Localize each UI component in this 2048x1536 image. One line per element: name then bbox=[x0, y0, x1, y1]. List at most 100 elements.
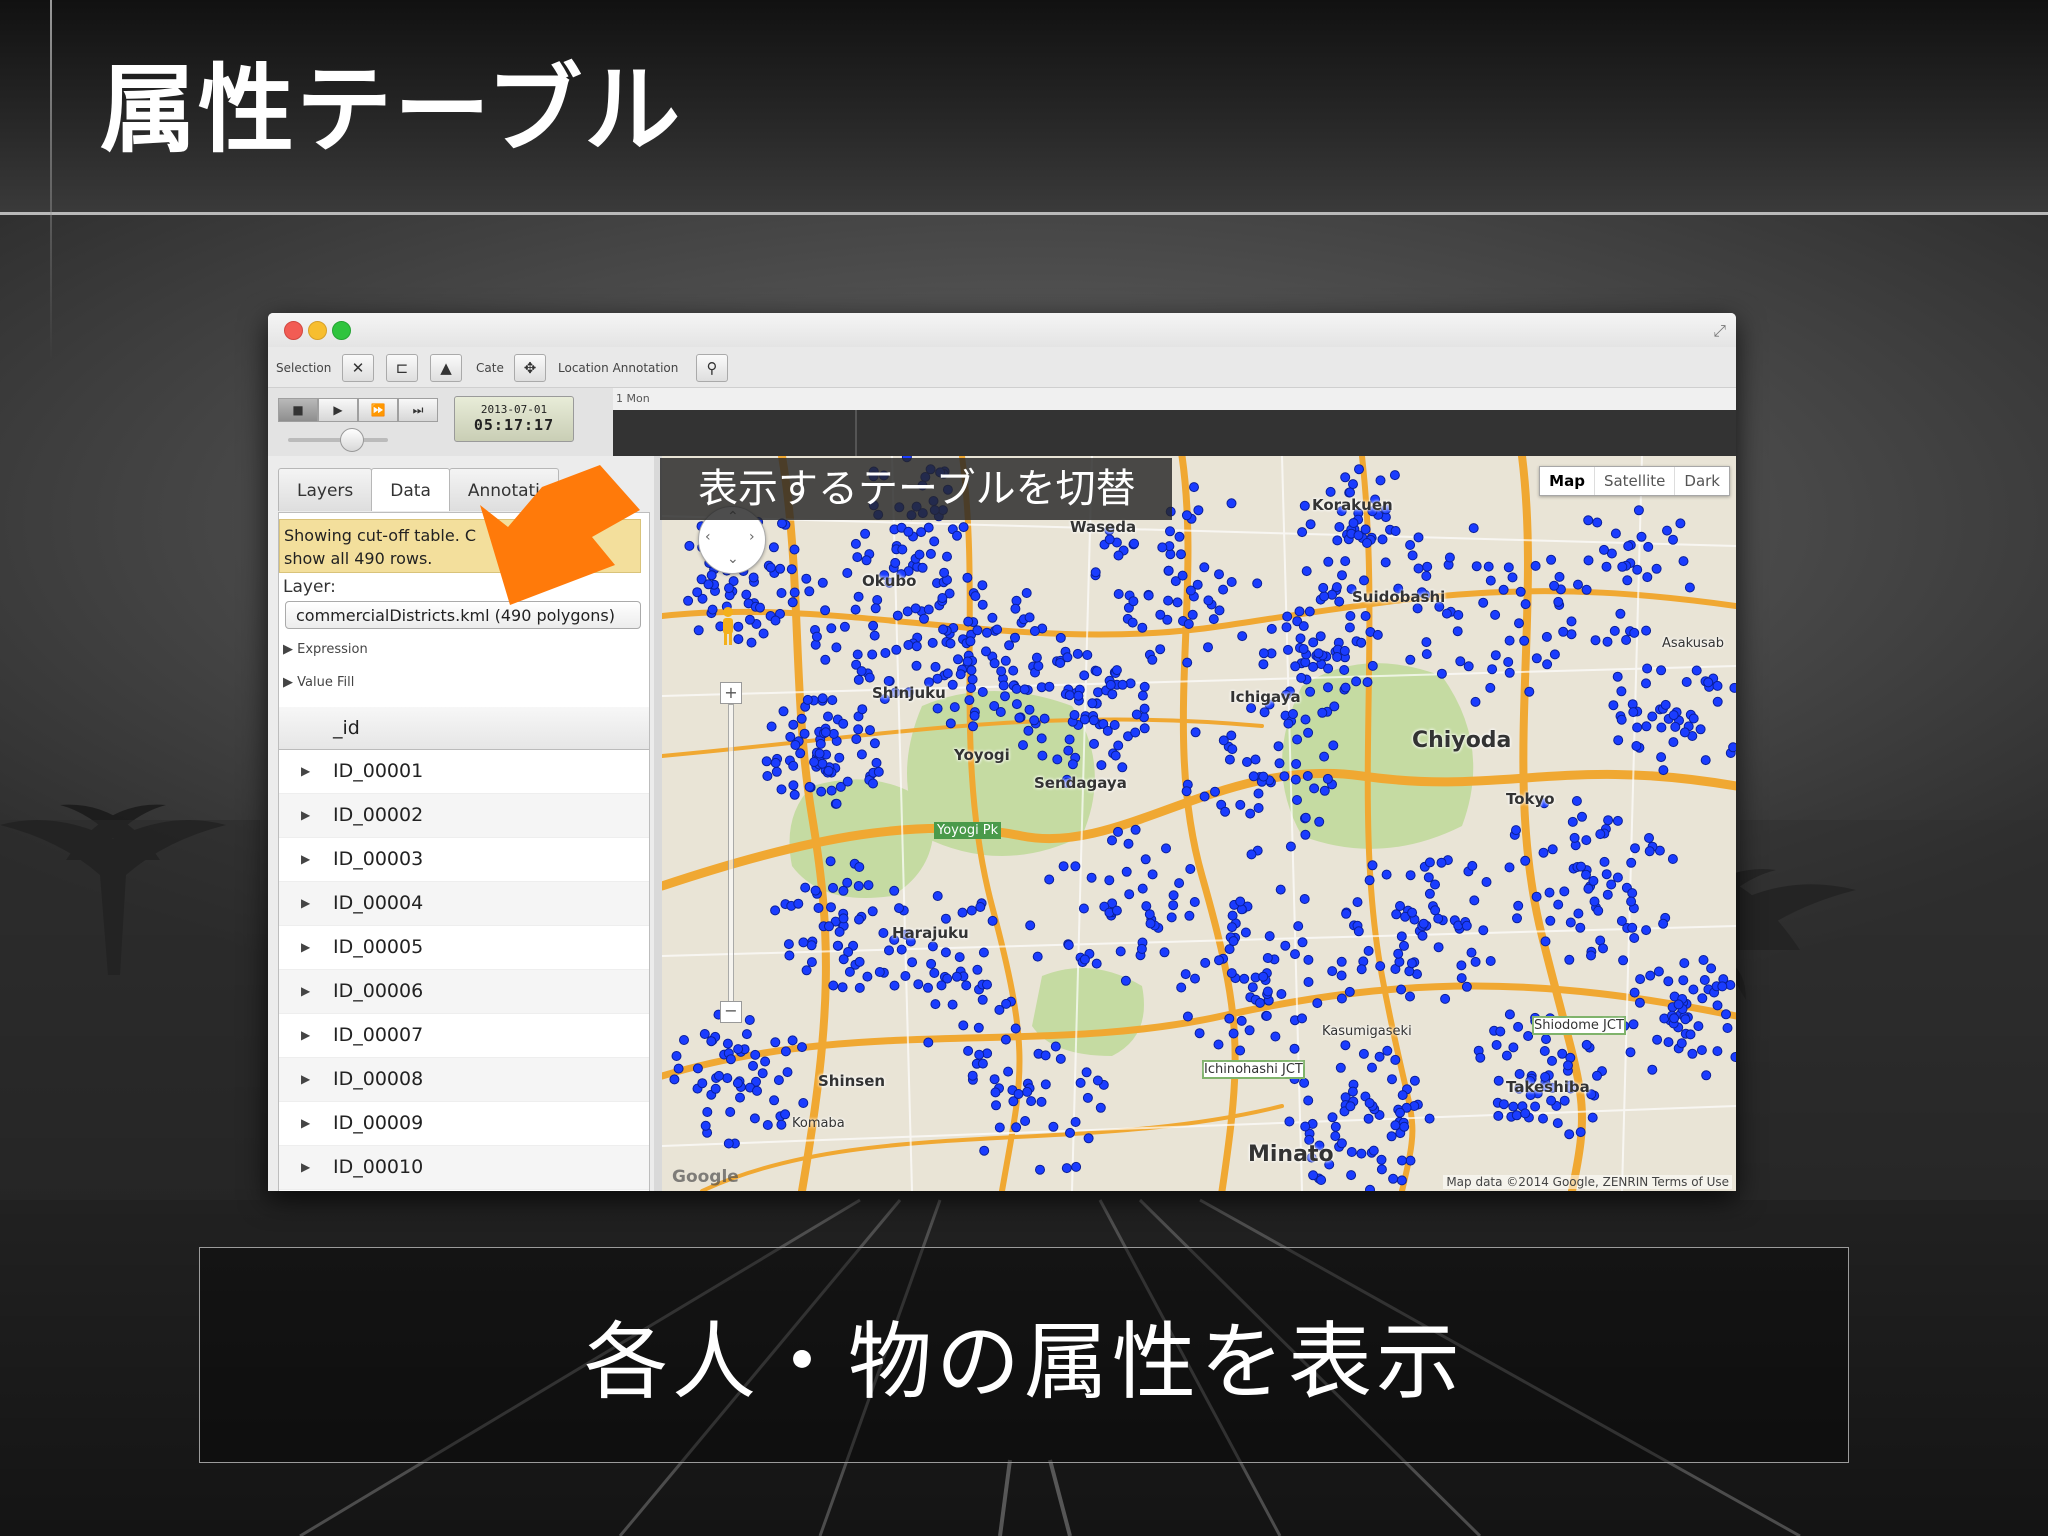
map-marker[interactable] bbox=[815, 738, 826, 749]
map-marker[interactable] bbox=[917, 562, 928, 573]
map-marker[interactable] bbox=[1137, 690, 1148, 701]
map-marker[interactable] bbox=[1504, 862, 1515, 873]
map-marker[interactable] bbox=[1557, 1048, 1568, 1059]
map-marker[interactable] bbox=[1172, 597, 1183, 608]
map-marker[interactable] bbox=[995, 707, 1006, 717]
map-marker[interactable] bbox=[1253, 788, 1264, 799]
map-marker[interactable] bbox=[1203, 642, 1213, 653]
map-marker[interactable] bbox=[1728, 742, 1736, 753]
map-marker[interactable] bbox=[1336, 970, 1347, 981]
map-marker[interactable] bbox=[1601, 561, 1612, 572]
map-marker[interactable] bbox=[785, 731, 796, 742]
map-marker[interactable] bbox=[1511, 825, 1521, 836]
map-marker[interactable] bbox=[1193, 505, 1204, 516]
map-marker[interactable] bbox=[744, 1015, 755, 1025]
map-marker[interactable] bbox=[853, 591, 864, 602]
map-marker[interactable] bbox=[1424, 857, 1435, 868]
map-marker[interactable] bbox=[1612, 815, 1623, 826]
map-marker[interactable] bbox=[1131, 709, 1142, 720]
map-marker[interactable] bbox=[1375, 961, 1386, 972]
map-marker[interactable] bbox=[1359, 575, 1369, 586]
expand-row-icon[interactable]: ▶ bbox=[301, 1160, 310, 1174]
map-marker[interactable] bbox=[1182, 657, 1193, 668]
map-marker[interactable] bbox=[1019, 684, 1030, 695]
map-marker[interactable] bbox=[1298, 644, 1309, 654]
map-marker[interactable] bbox=[852, 649, 863, 660]
map-marker[interactable] bbox=[868, 620, 879, 631]
map-marker[interactable] bbox=[1063, 745, 1074, 756]
map-marker[interactable] bbox=[750, 1049, 761, 1060]
map-marker[interactable] bbox=[1396, 1175, 1407, 1186]
map-marker[interactable] bbox=[1643, 541, 1654, 552]
map-marker[interactable] bbox=[880, 648, 891, 658]
map-marker[interactable] bbox=[1485, 575, 1496, 586]
value-fill-disclosure[interactable]: ▶ Value Fill bbox=[283, 675, 354, 690]
map-marker[interactable] bbox=[923, 982, 933, 993]
map-marker[interactable] bbox=[1375, 475, 1386, 486]
map-marker[interactable] bbox=[692, 587, 703, 598]
map-marker[interactable] bbox=[1061, 1163, 1072, 1174]
map-marker[interactable] bbox=[863, 880, 874, 891]
map-marker[interactable] bbox=[770, 757, 781, 768]
map-marker[interactable] bbox=[860, 528, 871, 539]
map-marker[interactable] bbox=[1340, 556, 1351, 567]
map-marker[interactable] bbox=[1081, 1067, 1092, 1078]
map-marker[interactable] bbox=[1656, 752, 1667, 763]
map-marker[interactable] bbox=[1247, 982, 1258, 993]
map-marker[interactable] bbox=[1351, 676, 1362, 687]
map-marker[interactable] bbox=[1304, 606, 1315, 617]
map-marker[interactable] bbox=[967, 674, 978, 685]
map-marker[interactable] bbox=[789, 789, 800, 800]
map-marker[interactable] bbox=[1332, 652, 1343, 662]
map-marker[interactable] bbox=[706, 1036, 717, 1047]
map-marker[interactable] bbox=[800, 882, 811, 893]
map-marker[interactable] bbox=[1507, 572, 1518, 583]
map-marker[interactable] bbox=[1395, 901, 1405, 911]
map-marker[interactable] bbox=[977, 599, 988, 610]
map-marker[interactable] bbox=[1140, 854, 1151, 865]
map-marker[interactable] bbox=[961, 980, 972, 991]
map-marker[interactable] bbox=[927, 637, 938, 648]
map-marker[interactable] bbox=[889, 980, 900, 991]
map-marker[interactable] bbox=[1022, 1086, 1033, 1097]
map-marker[interactable] bbox=[693, 625, 704, 636]
map-marker[interactable] bbox=[1421, 637, 1432, 648]
map-marker[interactable] bbox=[1332, 535, 1343, 546]
map-marker[interactable] bbox=[1695, 724, 1706, 735]
map-marker[interactable] bbox=[1589, 896, 1600, 907]
map-marker[interactable] bbox=[1581, 1039, 1592, 1050]
map-marker[interactable] bbox=[1599, 544, 1609, 555]
map-marker[interactable] bbox=[1176, 549, 1186, 560]
map-marker[interactable] bbox=[1091, 958, 1102, 969]
map-marker[interactable] bbox=[1354, 464, 1364, 475]
map-marker[interactable] bbox=[1390, 526, 1401, 536]
map-marker[interactable] bbox=[1125, 678, 1136, 689]
map-marker[interactable] bbox=[869, 630, 880, 641]
map-marker[interactable] bbox=[850, 538, 861, 549]
tab-layers[interactable]: Layers bbox=[278, 468, 373, 511]
map-marker[interactable] bbox=[1000, 1034, 1011, 1045]
map-marker[interactable] bbox=[867, 649, 878, 660]
map-marker[interactable] bbox=[1545, 915, 1556, 926]
map-marker[interactable] bbox=[823, 711, 833, 722]
map-marker[interactable] bbox=[1396, 984, 1407, 995]
map-marker[interactable] bbox=[1014, 712, 1025, 723]
map-marker[interactable] bbox=[1653, 966, 1664, 977]
map-marker[interactable] bbox=[1609, 625, 1620, 636]
map-marker[interactable] bbox=[1642, 663, 1653, 674]
map-marker[interactable] bbox=[1678, 975, 1689, 986]
map-marker[interactable] bbox=[1292, 734, 1303, 745]
map-marker[interactable] bbox=[809, 757, 820, 767]
map-marker[interactable] bbox=[1235, 799, 1246, 810]
map-marker[interactable] bbox=[761, 756, 772, 767]
map-marker[interactable] bbox=[952, 530, 962, 541]
map-marker[interactable] bbox=[776, 588, 787, 598]
map-marker[interactable] bbox=[987, 915, 998, 926]
map-marker[interactable] bbox=[1610, 528, 1621, 539]
map-marker[interactable] bbox=[1092, 666, 1102, 677]
map-marker[interactable] bbox=[1344, 986, 1355, 997]
fast-forward-button[interactable]: ⏩ bbox=[358, 398, 398, 422]
map-marker[interactable] bbox=[987, 612, 998, 623]
map-marker[interactable] bbox=[1542, 659, 1553, 670]
map-marker[interactable] bbox=[1688, 984, 1699, 995]
